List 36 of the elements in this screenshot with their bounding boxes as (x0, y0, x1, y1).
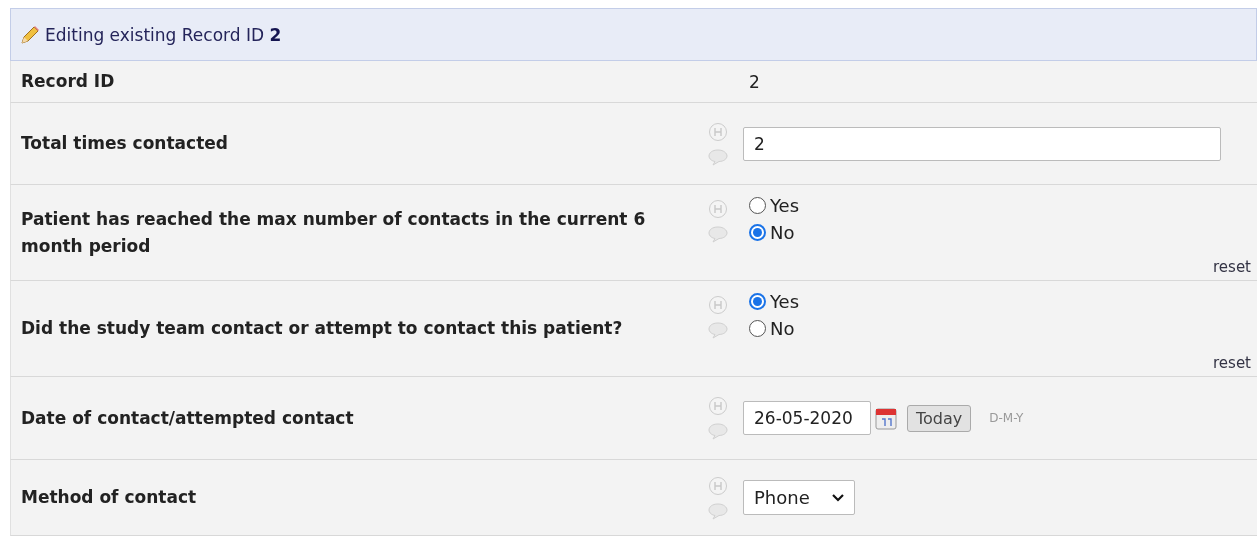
reset-link[interactable]: reset (1213, 258, 1251, 276)
form-title: Editing existing Record ID 2 (45, 24, 282, 45)
comment-icon (707, 321, 729, 339)
field-label: Date of contact/attempted contact (21, 406, 354, 430)
field-label: Total times contacted (21, 132, 228, 156)
history-icon (708, 475, 728, 496)
option-label: Yes (770, 291, 800, 312)
comment-icon (707, 147, 729, 166)
comment-icon (707, 225, 729, 243)
field-label: Method of contact (21, 486, 197, 510)
radio-button[interactable] (749, 224, 766, 241)
radio-button[interactable] (749, 320, 766, 337)
radio-button[interactable] (749, 197, 766, 214)
comment-icon (707, 422, 729, 440)
pencil-icon (19, 23, 41, 46)
option-label: Yes (770, 195, 800, 216)
field-label: Record ID (21, 70, 115, 94)
field-label: Did the study team contact or attempt to contact this patient? (21, 317, 623, 341)
date-field[interactable]: 26-05-2020 (743, 401, 871, 435)
caret-icon (831, 493, 844, 502)
history-icon (708, 396, 728, 416)
history-icon (708, 295, 728, 315)
calendar-icon[interactable] (875, 406, 897, 430)
history-icon (708, 199, 728, 219)
method-dropdown[interactable]: Phone (743, 480, 855, 515)
field-label: Patient has reached the max number of contacts in the current 6 month period (21, 208, 647, 258)
text-field[interactable]: 2 (743, 126, 1221, 161)
option-label: No (770, 222, 795, 243)
option-label: No (770, 318, 795, 339)
comment-icon (707, 501, 729, 520)
field-value: 2 (749, 71, 760, 92)
history-icon (708, 121, 728, 142)
reset-link[interactable]: reset (1213, 354, 1251, 372)
date-format-hint: D-M-Y (989, 411, 1024, 425)
radio-button[interactable] (749, 293, 766, 310)
today-button[interactable]: Today (907, 404, 972, 432)
